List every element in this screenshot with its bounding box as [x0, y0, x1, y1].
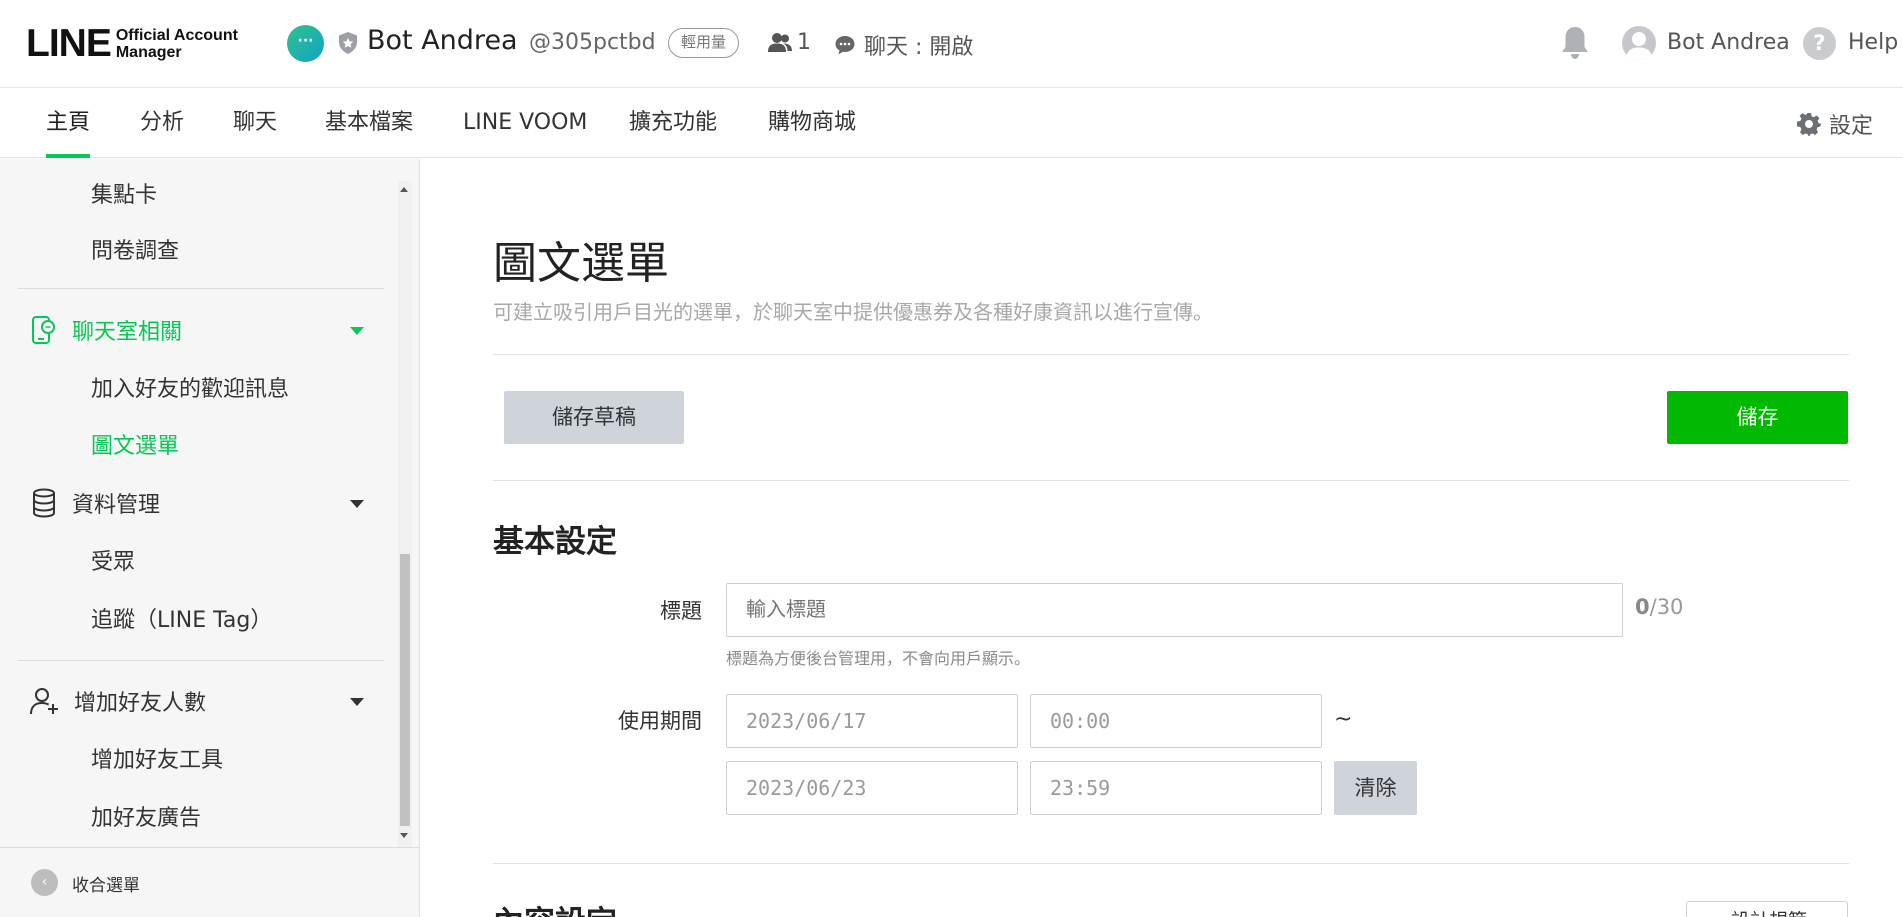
basic-settings-title: 基本設定 — [493, 524, 617, 560]
sidebar-item-welcome-message[interactable]: 加入好友的歡迎訊息 — [91, 371, 289, 403]
scrollbar-thumb[interactable] — [400, 554, 410, 826]
tab-extensions[interactable]: 擴充功能 — [629, 88, 717, 158]
account-name[interactable]: Bot Andrea — [367, 25, 518, 56]
scroll-down-icon[interactable] — [400, 833, 408, 838]
title-char-counter: 0/30 — [1635, 595, 1683, 619]
friend-count[interactable]: 1 — [768, 30, 811, 55]
sidebar-item-rich-menu[interactable]: 圖文選單 — [91, 428, 179, 460]
design-guide-button[interactable]: 設計規範 — [1686, 901, 1848, 917]
tab-shopping[interactable]: 購物商城 — [768, 88, 856, 158]
page-title: 圖文選單 — [493, 238, 669, 289]
chevron-down-icon[interactable] — [350, 698, 364, 706]
collapse-menu-label[interactable]: 收合選單 — [72, 871, 140, 896]
chat-status[interactable]: 聊天 : 開啟 — [834, 29, 973, 61]
start-time-input[interactable]: 00:00 — [1030, 694, 1322, 748]
settings-label: 設定 — [1829, 114, 1874, 139]
sidebar-group-gain-friends[interactable]: 增加好友人數 — [30, 685, 206, 717]
sidebar-item-survey[interactable]: 問卷調查 — [91, 233, 179, 265]
content-settings-title: 內容設定 — [493, 897, 617, 917]
plan-badge[interactable]: 輕用量 — [668, 28, 740, 58]
line-oa-logo[interactable]: LINE Official Account Manager — [26, 24, 238, 63]
help-link[interactable]: Help — [1848, 30, 1898, 55]
logo-subtitle-line1: Official Account — [115, 26, 238, 44]
add-friend-icon — [30, 688, 58, 715]
logo-subtitle: Official Account Manager — [116, 27, 238, 61]
chat-status-label: 聊天 : 開啟 — [864, 35, 974, 60]
chat-room-icon — [32, 316, 55, 344]
sidebar-divider — [18, 288, 384, 289]
tab-chat[interactable]: 聊天 — [233, 88, 277, 158]
sidebar-group-label: 聊天室相關 — [72, 320, 183, 345]
gear-icon — [1797, 113, 1821, 136]
title-input[interactable] — [726, 583, 1623, 637]
title-field-label: 標題 — [660, 599, 702, 623]
sidebar: 集點卡 問卷調查 聊天室相關 加入好友的歡迎訊息 圖文選單 資料管理 受眾 追蹤… — [0, 159, 420, 917]
user-avatar-icon[interactable] — [1622, 26, 1656, 60]
main-nav: 主頁 分析 聊天 基本檔案 LINE VOOM 擴充功能 購物商城 設定 — [0, 88, 1903, 158]
tab-home[interactable]: 主頁 — [46, 88, 91, 158]
friend-count-value: 1 — [797, 30, 811, 55]
chat-bubble-icon — [835, 36, 855, 55]
help-icon[interactable]: ? — [1803, 27, 1836, 60]
divider — [493, 480, 1849, 481]
sidebar-item-audience[interactable]: 受眾 — [91, 544, 135, 576]
account-id: @305pctbd — [529, 30, 656, 55]
bell-icon[interactable] — [1560, 25, 1590, 61]
sidebar-divider — [18, 660, 384, 661]
sidebar-item-line-tag[interactable]: 追蹤（LINE Tag） — [91, 602, 272, 634]
logo-subtitle-line2: Manager — [115, 43, 182, 61]
account-avatar[interactable]: ··· — [287, 25, 324, 62]
end-time-input[interactable]: 23:59 — [1030, 761, 1322, 815]
start-date-input[interactable]: 2023/06/17 — [726, 694, 1018, 748]
chevron-down-icon[interactable] — [350, 500, 364, 508]
clear-period-button[interactable]: 清除 — [1334, 761, 1417, 815]
collapse-chevron-icon[interactable]: ‹ — [31, 869, 58, 896]
sidebar-item-friend-tools[interactable]: 增加好友工具 — [91, 742, 223, 774]
main-content: 圖文選單 可建立吸引用戶目光的選單，於聊天室中提供優惠券及各種好康資訊以進行宣傳… — [421, 159, 1903, 917]
database-icon — [33, 488, 55, 518]
logo-wordmark: LINE — [26, 22, 112, 65]
tab-line-voom[interactable]: LINE VOOM — [463, 88, 587, 158]
sidebar-item-friend-ads[interactable]: 加好友廣告 — [91, 800, 201, 832]
period-field-label: 使用期間 — [618, 709, 702, 733]
sidebar-group-chat-room[interactable]: 聊天室相關 — [30, 314, 182, 346]
sidebar-group-label: 資料管理 — [72, 493, 161, 518]
end-date-input[interactable]: 2023/06/23 — [726, 761, 1018, 815]
period-separator: ~ — [1334, 707, 1353, 732]
title-char-count: 0 — [1635, 595, 1650, 619]
friends-icon — [768, 32, 792, 52]
collapse-menu-bar: ‹ 收合選單 — [0, 847, 419, 917]
tab-analytics[interactable]: 分析 — [140, 88, 184, 158]
page-description: 可建立吸引用戶目光的選單，於聊天室中提供優惠券及各種好康資訊以進行宣傳。 — [493, 300, 1213, 324]
title-hint: 標題為方便後台管理用，不會向用戶顯示。 — [726, 649, 1031, 668]
chevron-down-icon[interactable] — [350, 327, 364, 335]
divider — [493, 863, 1849, 864]
title-char-max: /30 — [1649, 595, 1684, 619]
shield-icon — [339, 32, 357, 54]
save-button[interactable]: 儲存 — [1667, 391, 1848, 444]
sidebar-group-data-management[interactable]: 資料管理 — [30, 487, 160, 519]
tab-profile[interactable]: 基本檔案 — [325, 88, 413, 158]
divider — [493, 354, 1849, 355]
settings-link[interactable]: 設定 — [1797, 108, 1873, 140]
user-name[interactable]: Bot Andrea — [1667, 30, 1790, 55]
save-draft-button[interactable]: 儲存草稿 — [504, 391, 684, 444]
sidebar-item-stamp-card[interactable]: 集點卡 — [91, 177, 157, 209]
top-header: LINE Official Account Manager ··· Bot An… — [0, 0, 1903, 88]
scroll-up-icon[interactable] — [400, 187, 408, 192]
sidebar-group-label: 增加好友人數 — [74, 691, 207, 716]
